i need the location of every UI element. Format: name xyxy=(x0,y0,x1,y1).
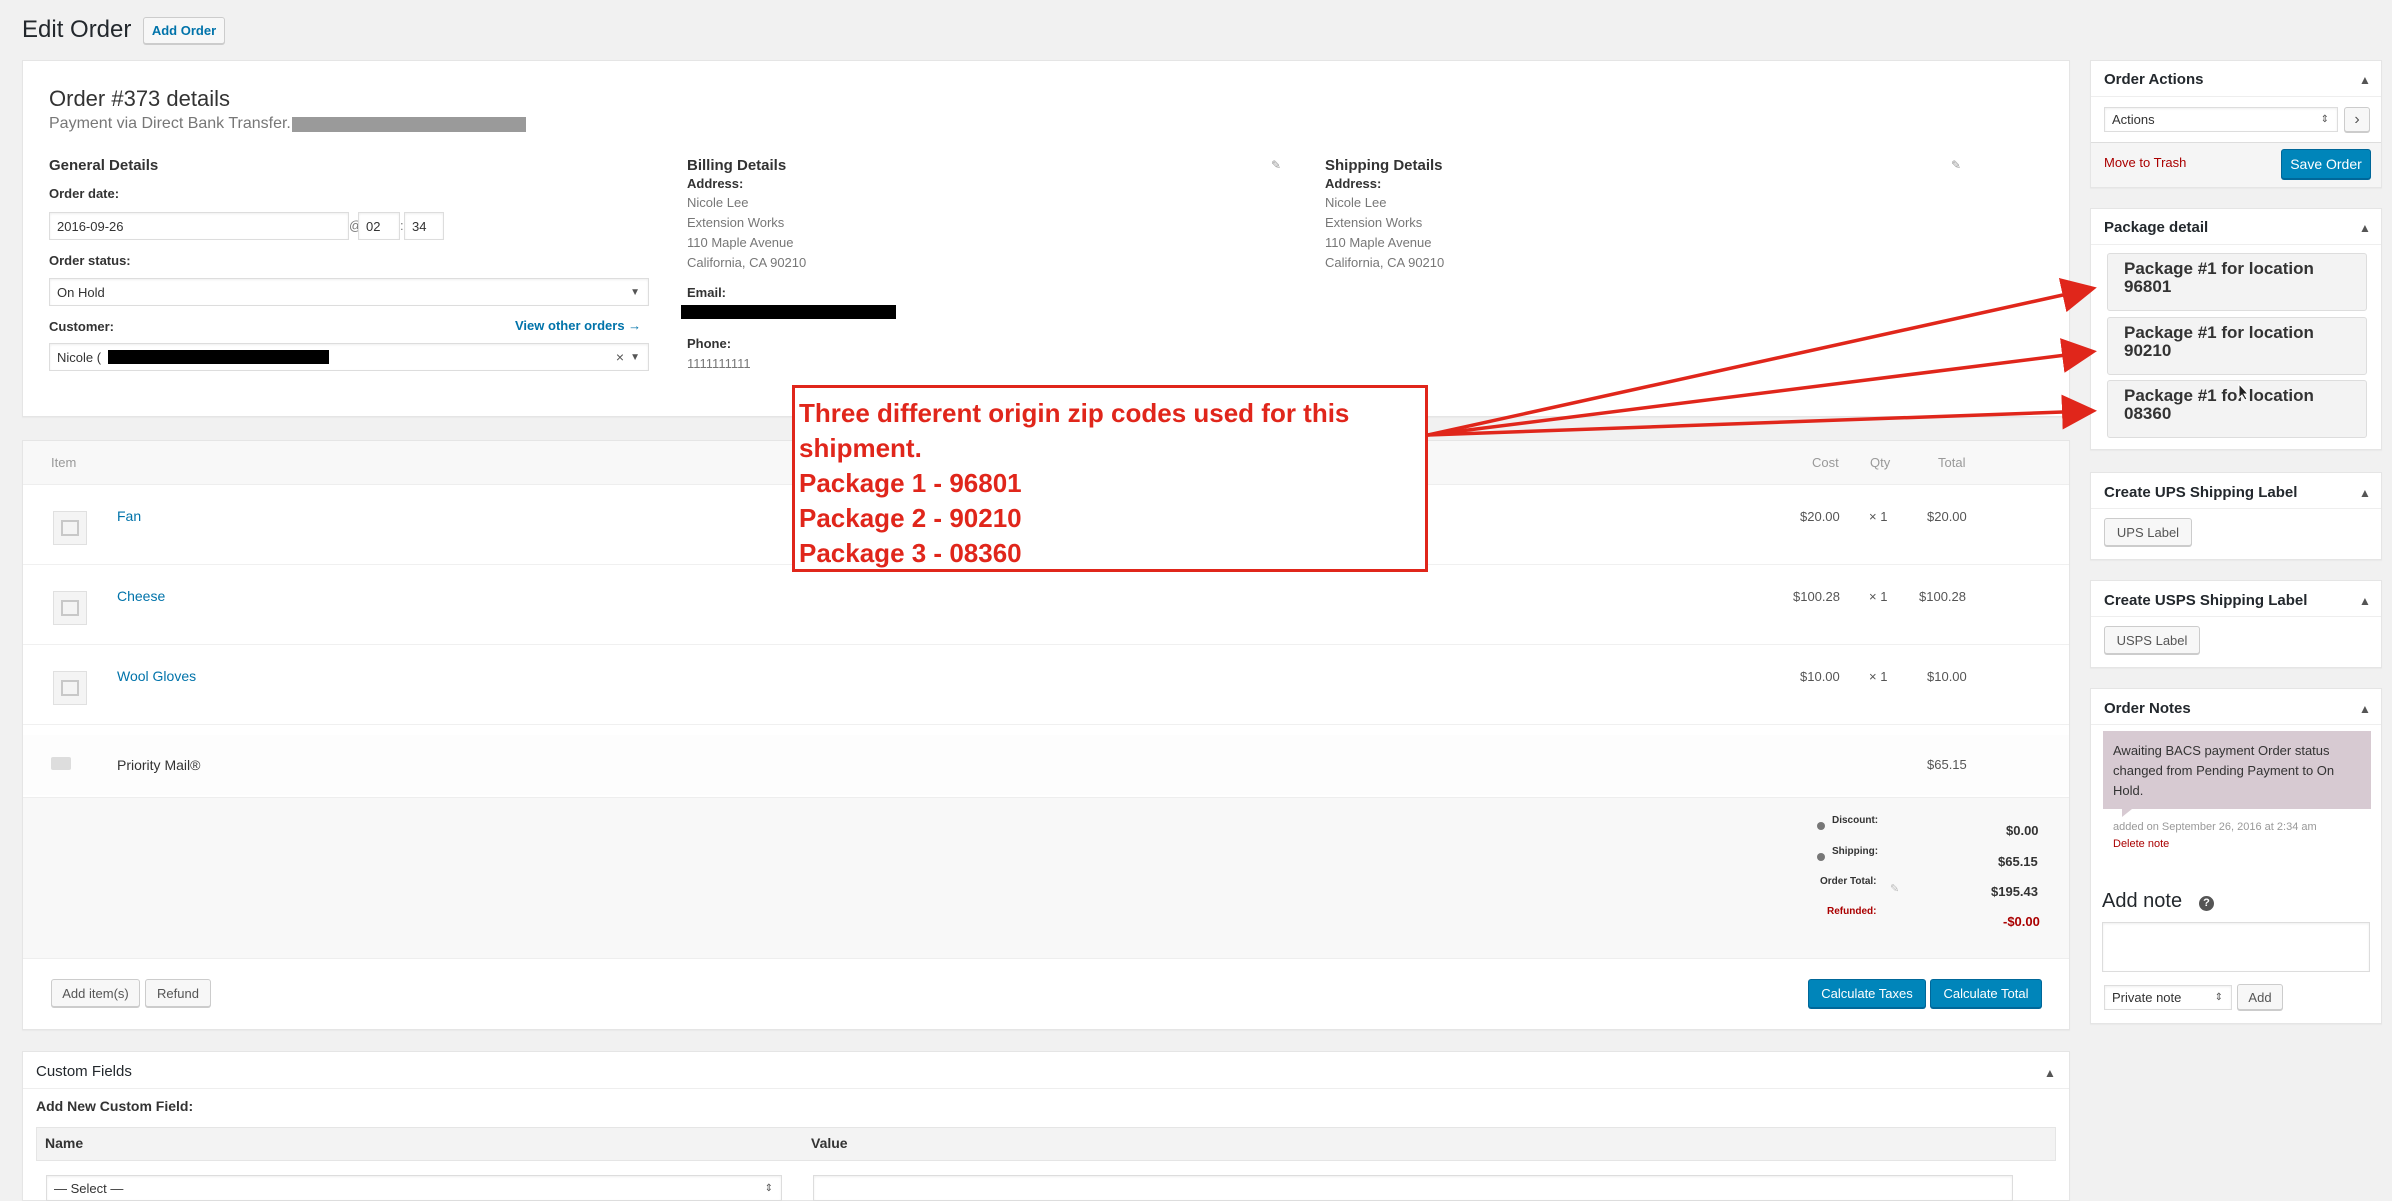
annotation-arrows xyxy=(1427,277,2097,437)
